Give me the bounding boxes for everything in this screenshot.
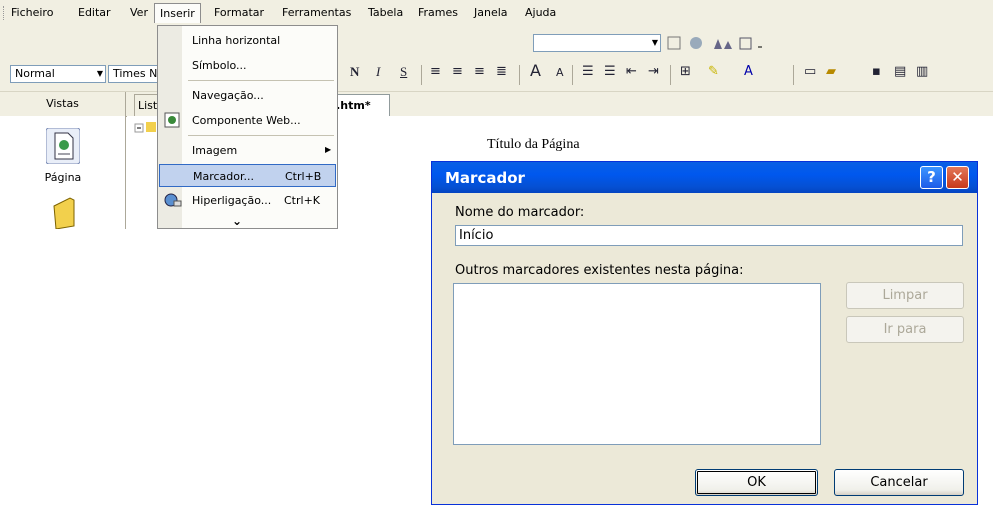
dialog-title-bar[interactable]: Marcador ? ✕ bbox=[432, 162, 977, 193]
other-bookmarks-label: Outros marcadores existentes nesta págin… bbox=[455, 263, 744, 278]
font-select[interactable]: Times New bbox=[108, 65, 158, 83]
toolbar-separator bbox=[421, 65, 422, 85]
menu-separator bbox=[188, 80, 334, 81]
border-icon[interactable]: ⊞ bbox=[680, 64, 691, 79]
menu-formatar[interactable]: Formatar bbox=[214, 6, 264, 19]
menu-frames[interactable]: Frames bbox=[418, 6, 458, 19]
menu-item-label: Imagem bbox=[192, 144, 238, 157]
clear-button[interactable]: Limpar bbox=[846, 282, 964, 309]
page-view-label: Página bbox=[44, 171, 82, 184]
highlight-icon[interactable]: ✎ bbox=[708, 64, 719, 79]
menu-item-hyperlink[interactable]: Hiperligação... Ctrl+K bbox=[159, 189, 336, 212]
new-page-icon[interactable]: ▭ bbox=[804, 64, 816, 79]
open-icon[interactable]: ▰ bbox=[826, 64, 836, 79]
menu-ficheiro[interactable]: Ficheiro bbox=[11, 6, 53, 19]
toolbar-separator bbox=[519, 65, 520, 85]
menu-item-navigation[interactable]: Navegação... bbox=[159, 84, 336, 107]
preview-icon[interactable]: ▤ bbox=[894, 64, 906, 79]
style-select-value: Normal bbox=[15, 67, 55, 80]
folder-list-pane bbox=[127, 116, 157, 229]
views-pane: Página bbox=[0, 116, 126, 229]
tree-expand-icon[interactable] bbox=[134, 120, 158, 150]
menu-item-label: Navegação... bbox=[192, 89, 264, 102]
menu-item-image[interactable]: Imagem ▶ bbox=[159, 139, 336, 162]
menu-item-label: Linha horizontal bbox=[192, 34, 281, 47]
menu-item-label: Marcador... bbox=[193, 170, 255, 183]
web-component-icon bbox=[164, 112, 180, 128]
menu-item-horizontal-line[interactable]: Linha horizontal bbox=[159, 29, 336, 52]
chevron-down-icon: ▼ bbox=[96, 69, 103, 78]
indent-icon[interactable]: ⇤ bbox=[626, 64, 637, 79]
web-toolbar-icons[interactable] bbox=[666, 35, 776, 51]
page-heading: Título da Página bbox=[487, 137, 580, 152]
toolbar-separator bbox=[572, 65, 573, 85]
menu-ajuda[interactable]: Ajuda bbox=[525, 6, 556, 19]
menu-editar[interactable]: Editar bbox=[78, 6, 111, 19]
align-right-icon[interactable]: ≡ bbox=[474, 64, 485, 79]
menu-item-web-component[interactable]: Componente Web... bbox=[159, 109, 336, 132]
italic-icon[interactable]: I bbox=[376, 64, 380, 80]
shrink-font-icon[interactable]: A bbox=[556, 66, 564, 79]
menubar-grip[interactable] bbox=[3, 6, 6, 20]
cancel-button[interactable]: Cancelar bbox=[834, 469, 964, 496]
expand-menu-icon[interactable]: ⌄ bbox=[232, 214, 242, 228]
align-left-icon[interactable]: ≡ bbox=[430, 64, 441, 79]
toolbar-separator bbox=[793, 65, 794, 85]
toolbar-separator bbox=[670, 65, 671, 85]
print-icon[interactable]: ▥ bbox=[916, 64, 928, 79]
toolbar-combo[interactable]: ▼ bbox=[533, 34, 661, 52]
menu-item-label: Hiperligação... bbox=[192, 194, 272, 207]
toolbar-row-1: ▼ bbox=[0, 26, 993, 59]
outdent-icon[interactable]: ⇥ bbox=[648, 64, 659, 79]
save-icon[interactable]: ▪ bbox=[872, 64, 881, 79]
font-color-icon[interactable]: A bbox=[744, 64, 753, 79]
hyperlink-icon bbox=[164, 193, 182, 207]
justify-icon[interactable]: ≣ bbox=[496, 64, 507, 79]
menu-item-label: Símbolo... bbox=[192, 59, 247, 72]
folder-view-icon[interactable] bbox=[50, 196, 78, 229]
menu-ver[interactable]: Ver bbox=[130, 6, 148, 19]
views-pane-header: Vistas bbox=[0, 92, 126, 116]
bookmark-name-input[interactable] bbox=[455, 225, 963, 246]
insert-dropdown-menu: Linha horizontal Símbolo... Navegação...… bbox=[157, 25, 338, 229]
bookmark-name-label: Nome do marcador: bbox=[455, 205, 585, 220]
menu-tabela[interactable]: Tabela bbox=[368, 6, 403, 19]
other-bookmarks-list[interactable] bbox=[453, 283, 821, 445]
help-icon[interactable]: ? bbox=[920, 166, 943, 189]
bookmark-dialog: Marcador ? ✕ Nome do marcador: Outros ma… bbox=[431, 161, 978, 505]
underline-icon[interactable]: S bbox=[400, 64, 407, 80]
menu-item-shortcut: Ctrl+B bbox=[285, 170, 322, 183]
menu-item-bookmark[interactable]: Marcador... Ctrl+B bbox=[159, 164, 336, 187]
numbered-list-icon[interactable]: ☰ bbox=[582, 64, 594, 79]
style-select[interactable]: Normal ▼ bbox=[10, 65, 106, 83]
close-icon[interactable]: ✕ bbox=[946, 166, 969, 189]
grow-font-icon[interactable]: A bbox=[530, 61, 541, 80]
menu-item-label: Componente Web... bbox=[192, 114, 301, 127]
menu-janela[interactable]: Janela bbox=[474, 6, 508, 19]
menu-item-shortcut: Ctrl+K bbox=[284, 194, 321, 207]
chevron-down-icon: ▼ bbox=[651, 38, 658, 47]
menu-separator bbox=[188, 135, 334, 136]
submenu-arrow-icon: ▶ bbox=[325, 145, 332, 154]
menu-item-symbol[interactable]: Símbolo... bbox=[159, 54, 336, 77]
menu-ferramentas[interactable]: Ferramentas bbox=[282, 6, 351, 19]
bullet-list-icon[interactable]: ☰ bbox=[604, 64, 616, 79]
page-view-icon[interactable] bbox=[46, 128, 80, 164]
menu-bar: Ficheiro Editar Ver Inserir Formatar Fer… bbox=[0, 0, 993, 26]
center-icon[interactable]: ≡ bbox=[452, 64, 463, 79]
ok-button[interactable]: OK bbox=[695, 469, 818, 496]
dialog-title: Marcador bbox=[445, 169, 525, 187]
goto-button[interactable]: Ir para bbox=[846, 316, 964, 343]
menu-inserir[interactable]: Inserir bbox=[154, 3, 201, 23]
bold-icon[interactable]: N bbox=[350, 64, 359, 80]
font-select-value: Times New bbox=[113, 67, 158, 80]
